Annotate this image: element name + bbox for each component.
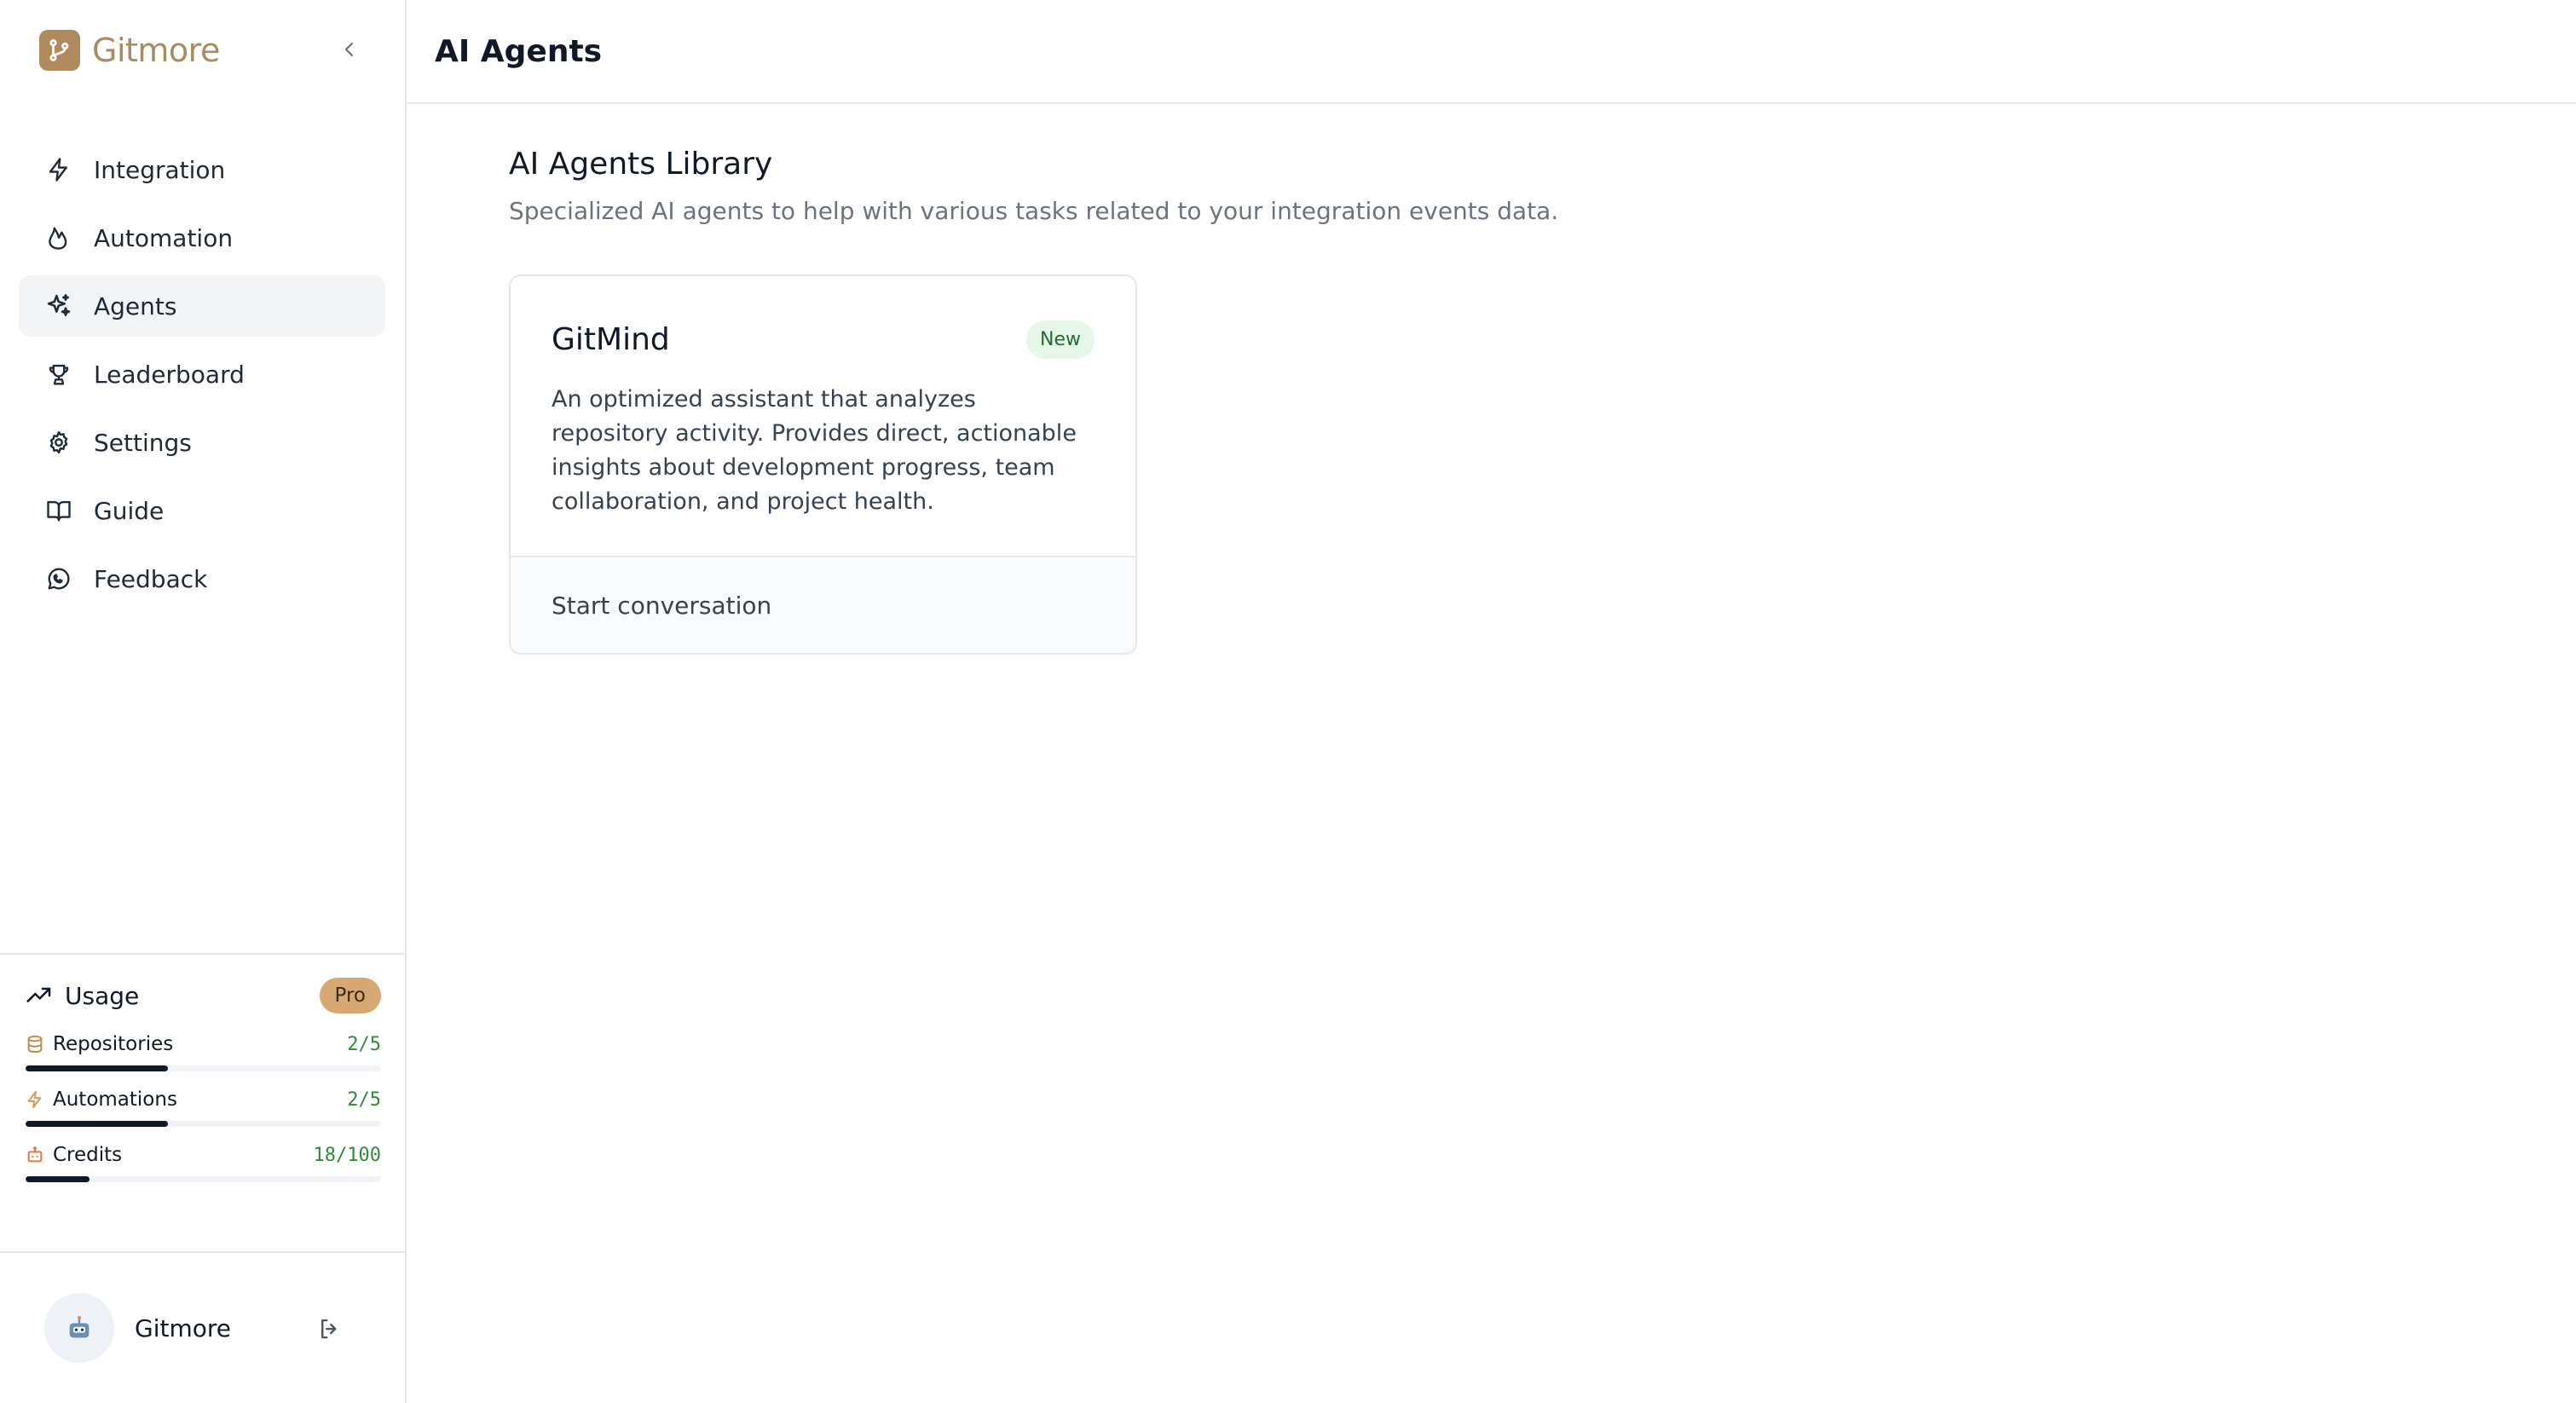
avatar[interactable] [44, 1293, 114, 1363]
usage-count: 18/100 [313, 1144, 381, 1166]
logout-icon [321, 1319, 337, 1339]
robot-avatar-icon [69, 1315, 90, 1338]
sidebar-item-feedback[interactable]: Feedback [19, 548, 385, 609]
new-badge: New [1026, 320, 1095, 359]
bot-icon [27, 1146, 43, 1163]
sidebar-item-label: Feedback [94, 564, 208, 593]
trophy-icon [44, 360, 73, 389]
usage-progress-bar [26, 1176, 381, 1182]
usage-progress-fill [26, 1065, 168, 1071]
sidebar-item-settings[interactable]: Settings [19, 412, 385, 473]
usage-label-text: Automations [53, 1088, 177, 1111]
usage-label-text: Repositories [53, 1033, 174, 1055]
sidebar-item-agents[interactable]: Agents [19, 275, 385, 337]
top-bar: AI Agents [407, 0, 2576, 104]
sidebar-item-label: Integration [94, 155, 226, 184]
usage-row-repositories: Repositories 2/5 [26, 1031, 381, 1071]
sidebar-item-label: Guide [94, 496, 165, 525]
sidebar-item-leaderboard[interactable]: Leaderboard [19, 344, 385, 405]
sidebar-item-guide[interactable]: Guide [19, 480, 385, 541]
profile-name: Gitmore [135, 1314, 231, 1342]
sidebar-item-integration[interactable]: Integration [19, 139, 385, 200]
user-profile: Gitmore [0, 1251, 407, 1403]
usage-row-automations: Automations 2/5 [26, 1087, 381, 1127]
usage-progress-fill [26, 1121, 168, 1127]
logout-button[interactable] [314, 1313, 346, 1345]
agent-description: An optimized assistant that analyzes rep… [552, 386, 1077, 515]
chevron-left-icon [344, 42, 354, 57]
brand-name: Gitmore [92, 32, 220, 69]
git-branch-icon [39, 30, 80, 71]
app-root: Gitmore Integration Automation Agents Le… [0, 0, 2576, 1403]
agent-name: GitMind [552, 322, 670, 357]
sidebar-item-label: Automation [94, 223, 234, 252]
lightning-icon [44, 155, 73, 184]
sidebar-item-label: Settings [94, 428, 192, 457]
start-conversation-button[interactable]: Start conversation [511, 556, 1135, 653]
agent-card-body: GitMind New An optimized assistant that … [511, 276, 1135, 557]
collapse-sidebar-button[interactable] [334, 34, 365, 65]
usage-progress-bar [26, 1065, 381, 1071]
sparkles-icon [44, 292, 73, 320]
flame-icon [44, 223, 73, 252]
gear-icon [44, 428, 73, 457]
usage-count: 2/5 [347, 1033, 381, 1055]
usage-progress-fill [26, 1176, 90, 1182]
usage-count: 2/5 [347, 1088, 381, 1111]
sidebar-nav: Integration Automation Agents Leaderboar… [19, 139, 385, 616]
plan-badge: Pro [319, 978, 381, 1013]
sidebar: Gitmore Integration Automation Agents Le… [0, 0, 407, 1403]
page-title: AI Agents [435, 33, 603, 69]
trending-up-icon [26, 987, 51, 1002]
library-header: AI Agents Library Specialized AI agents … [509, 147, 1558, 225]
lightning-icon [27, 1090, 42, 1109]
brand[interactable]: Gitmore [39, 29, 220, 72]
usage-row-credits: Credits 18/100 [26, 1142, 381, 1182]
agent-card-gitmind[interactable]: GitMind New An optimized assistant that … [509, 274, 1137, 655]
sidebar-item-label: Agents [94, 292, 177, 320]
section-title: AI Agents Library [509, 147, 773, 182]
section-subtitle: Specialized AI agents to help with vario… [509, 197, 1559, 225]
usage-header: Usage Pro [26, 975, 381, 1016]
usage-title: Usage [26, 982, 139, 1010]
sidebar-item-label: Leaderboard [94, 360, 245, 389]
start-conversation-label: Start conversation [552, 591, 772, 620]
sidebar-item-automation[interactable]: Automation [19, 207, 385, 268]
book-icon [44, 496, 73, 525]
chat-icon [44, 564, 73, 593]
usage-panel: Usage Pro Repositories 2/5 Automations 2… [0, 953, 407, 1251]
usage-label-text: Credits [53, 1144, 123, 1166]
usage-title-text: Usage [65, 981, 140, 1010]
usage-progress-bar [26, 1121, 381, 1127]
database-icon [27, 1035, 43, 1054]
